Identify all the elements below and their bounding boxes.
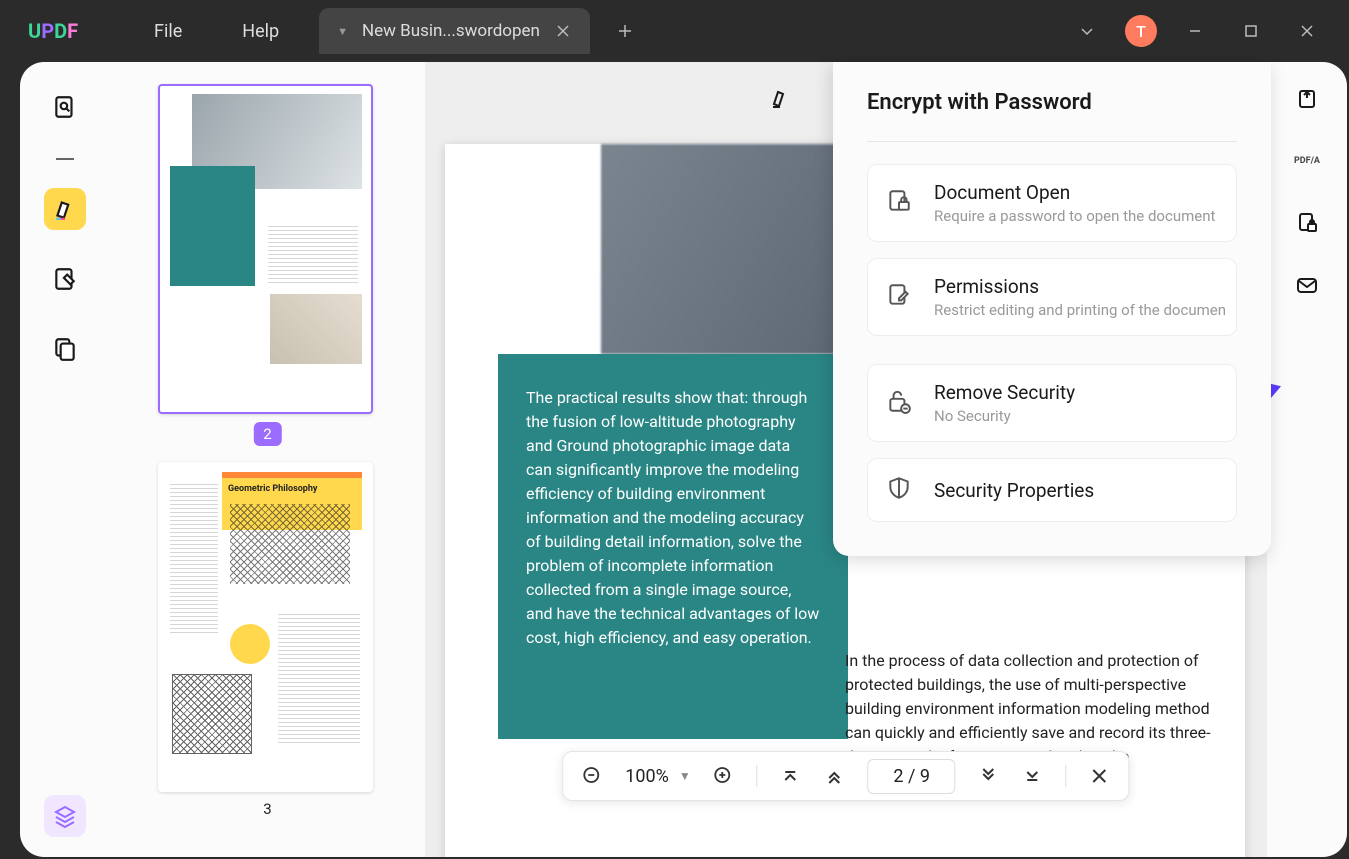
panel-title: Encrypt with Password [867, 90, 1237, 115]
pdfa-tool[interactable]: PDF/A [1290, 146, 1324, 176]
panel-item-desc: Restrict editing and printing of the doc… [934, 301, 1226, 319]
panel-item-title: Document Open [934, 181, 1215, 204]
document-lock-icon [886, 188, 916, 218]
tab-close-icon[interactable] [554, 22, 572, 40]
panel-item-remove-security[interactable]: Remove Security No Security [867, 364, 1237, 442]
page-input[interactable]: 2 / 9 [868, 759, 956, 794]
next-page-button[interactable] [978, 765, 1000, 787]
right-toolbar: PDF/A [1267, 62, 1347, 857]
zoom-navigation-bar: 100%▼ 2 / 9 [562, 751, 1129, 801]
edit-tool[interactable] [44, 258, 86, 300]
encrypt-tool[interactable] [1292, 208, 1322, 238]
panel-item-title: Remove Security [934, 381, 1075, 404]
thumbnail-rail[interactable]: 2 Geometric Philosophy 3 [110, 62, 425, 857]
highlight-tool[interactable] [44, 188, 86, 230]
zoom-level[interactable]: 100%▼ [625, 766, 690, 787]
last-page-button[interactable] [1022, 765, 1044, 787]
panel-item-permissions[interactable]: Permissions Restrict editing and printin… [867, 258, 1237, 336]
thumbnail-page-2[interactable]: 2 [158, 84, 377, 446]
encrypt-panel: Encrypt with Password Document Open Requ… [833, 62, 1271, 556]
separator [757, 765, 758, 787]
copy-tool[interactable] [44, 328, 86, 370]
highlighter-icon[interactable] [766, 84, 794, 112]
app-logo: UPDF [28, 19, 84, 43]
panel-item-document-open[interactable]: Document Open Require a password to open… [867, 164, 1237, 242]
layers-button[interactable] [44, 795, 86, 837]
unlock-minus-icon [886, 388, 916, 418]
document-tab[interactable]: ▼ New Busin...swordopen [319, 8, 590, 54]
thumb-label: Geometric Philosophy [228, 484, 317, 494]
tab-title: New Busin...swordopen [362, 21, 540, 41]
close-button[interactable] [1289, 13, 1325, 49]
app-dropdown-icon[interactable] [1069, 13, 1105, 49]
menu-file[interactable]: File [154, 21, 182, 42]
rotate-tool[interactable] [1292, 84, 1322, 114]
panel-item-title: Permissions [934, 275, 1226, 298]
shield-icon [886, 475, 916, 505]
left-toolbar [20, 62, 110, 857]
tool-separator [56, 156, 74, 160]
panel-item-security-properties[interactable]: Security Properties [867, 458, 1237, 522]
thumbnail-page-3[interactable]: Geometric Philosophy 3 [158, 462, 377, 818]
document-pen-icon [886, 282, 916, 312]
prev-page-button[interactable] [824, 765, 846, 787]
minimize-button[interactable] [1177, 13, 1213, 49]
chevron-down-icon[interactable]: ▼ [679, 769, 691, 783]
panel-item-title: Security Properties [934, 479, 1094, 502]
zoom-in-button[interactable] [713, 765, 735, 787]
panel-divider [867, 141, 1237, 142]
tab-dropdown-icon[interactable]: ▼ [337, 25, 348, 38]
new-tab-button[interactable] [610, 16, 640, 46]
user-avatar[interactable]: T [1125, 15, 1157, 47]
thumbnail-number: 3 [158, 800, 377, 818]
search-tool[interactable] [44, 86, 86, 128]
mail-tool[interactable] [1292, 270, 1322, 300]
menu-help[interactable]: Help [242, 21, 279, 42]
zoom-out-button[interactable] [581, 765, 603, 787]
titlebar: UPDF File Help ▼ New Busin...swordopen T [0, 0, 1349, 62]
maximize-button[interactable] [1233, 13, 1269, 49]
panel-item-desc: Require a password to open the document [934, 207, 1215, 225]
thumbnail-number: 2 [253, 422, 281, 446]
separator [1066, 765, 1067, 787]
page-teal-block: The practical results show that: through… [498, 354, 848, 739]
close-zoombar-button[interactable] [1089, 765, 1111, 787]
first-page-button[interactable] [780, 765, 802, 787]
panel-item-desc: No Security [934, 407, 1075, 425]
